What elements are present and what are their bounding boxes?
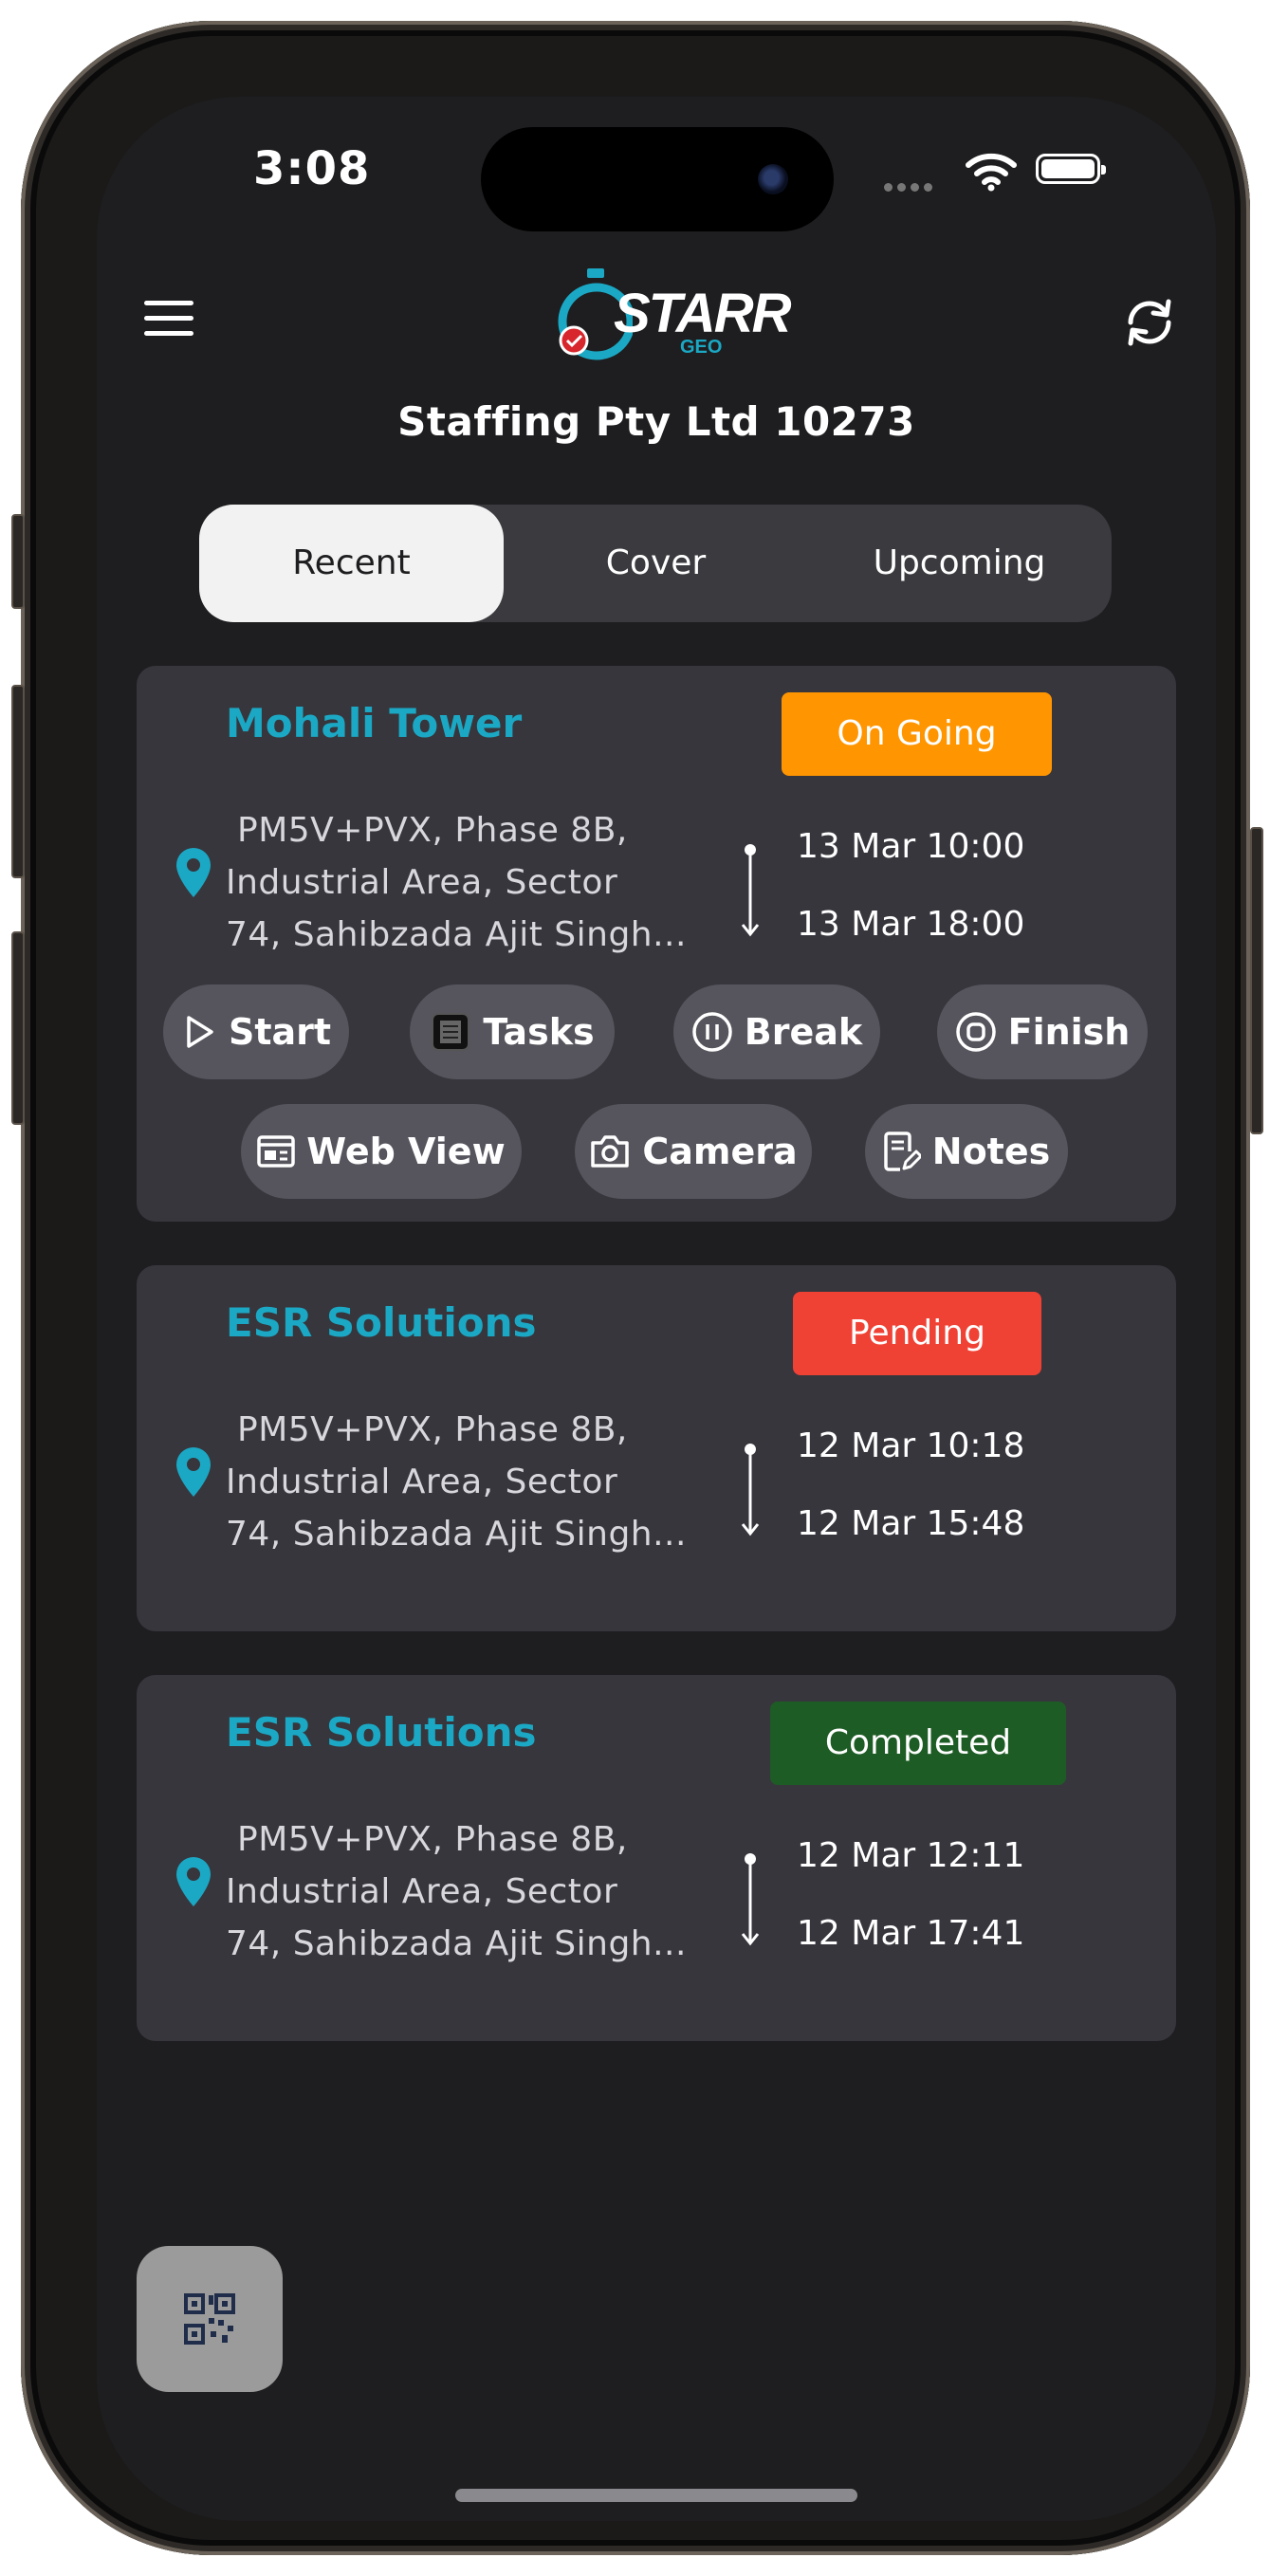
start-button[interactable]: Start — [163, 984, 349, 1079]
camera-button-label: Camera — [642, 1131, 798, 1172]
shift-end-time: 12 Mar 15:48 — [797, 1504, 1025, 1543]
wifi-icon — [966, 153, 1017, 192]
play-icon — [187, 1016, 213, 1048]
address-line: Industrial Area, Sector — [226, 1872, 618, 1911]
phone-frame: 3:08 STARR GEO Staffing Pty Ltd 10273 Re… — [11, 21, 1263, 2555]
refresh-icon[interactable] — [1121, 294, 1178, 351]
web-view-icon — [257, 1135, 296, 1168]
address-line: Industrial Area, Sector — [226, 1463, 618, 1501]
tasks-icon — [432, 1013, 470, 1051]
finish-button-label: Finish — [1007, 1011, 1131, 1053]
tasks-button[interactable]: Tasks — [410, 984, 615, 1079]
tab-upcoming[interactable]: Upcoming — [807, 505, 1112, 622]
volume-down-button — [11, 931, 25, 1125]
address-line: PM5V+PVX, Phase 8B, — [237, 811, 628, 850]
tab-bar: Recent Cover Upcoming — [199, 505, 1112, 622]
address-line: PM5V+PVX, Phase 8B, — [237, 1410, 628, 1449]
status-badge: Pending — [793, 1292, 1041, 1375]
qr-scan-button[interactable] — [137, 2246, 283, 2392]
web-view-button[interactable]: Web View — [241, 1104, 522, 1199]
volume-up-button — [11, 685, 25, 878]
address-line: Industrial Area, Sector — [226, 863, 618, 902]
power-button — [1250, 827, 1263, 1134]
location-pin-icon — [176, 848, 211, 897]
site-name: ESR Solutions — [226, 1709, 537, 1756]
address-line: PM5V+PVX, Phase 8B, — [237, 1820, 628, 1859]
shift-card[interactable]: ESR Solutions Pending PM5V+PVX, Phase 8B… — [137, 1265, 1176, 1631]
notes-button[interactable]: Notes — [865, 1104, 1068, 1199]
site-name: Mohali Tower — [226, 700, 523, 746]
shift-end-time: 13 Mar 18:00 — [797, 905, 1025, 944]
shift-address: PM5V+PVX, Phase 8B, Industrial Area, Sec… — [226, 804, 709, 961]
home-indicator[interactable] — [455, 2489, 857, 2502]
stop-icon — [955, 1012, 996, 1052]
qr-code-icon — [184, 2293, 235, 2345]
address-line: 74, Sahibzada Ajit Singh... — [226, 1924, 687, 1963]
logo-text: STARR — [614, 283, 791, 344]
notes-button-label: Notes — [931, 1131, 1051, 1172]
finish-button[interactable]: Finish — [937, 984, 1148, 1079]
timeline-arrow-icon — [741, 844, 760, 937]
page-title: Staffing Pty Ltd 10273 — [397, 398, 915, 445]
shift-end-time: 12 Mar 17:41 — [797, 1914, 1025, 1953]
shift-card[interactable]: ESR Solutions Completed PM5V+PVX, Phase … — [137, 1675, 1176, 2041]
signal-icon — [884, 177, 937, 195]
battery-icon — [1036, 154, 1106, 184]
app-screen: 3:08 STARR GEO Staffing Pty Ltd 10273 Re… — [97, 97, 1216, 2521]
tab-cover[interactable]: Cover — [504, 505, 808, 622]
start-button-label: Start — [228, 1011, 332, 1053]
notes-icon — [884, 1132, 921, 1171]
address-line: 74, Sahibzada Ajit Singh... — [226, 1515, 687, 1554]
shift-start-time: 12 Mar 12:11 — [797, 1836, 1025, 1875]
camera-button[interactable]: Camera — [575, 1104, 812, 1199]
timeline-arrow-icon — [741, 1444, 760, 1536]
site-name: ESR Solutions — [226, 1299, 537, 1346]
logo-sub: GEO — [680, 337, 723, 358]
status-time: 3:08 — [253, 142, 371, 195]
shift-address: PM5V+PVX, Phase 8B, Industrial Area, Sec… — [226, 1404, 709, 1560]
shift-address: PM5V+PVX, Phase 8B, Industrial Area, Sec… — [226, 1813, 709, 1970]
silent-switch — [11, 514, 25, 609]
hamburger-icon[interactable] — [144, 301, 193, 339]
location-pin-icon — [176, 1857, 211, 1906]
status-badge: Completed — [770, 1702, 1066, 1785]
address-line: 74, Sahibzada Ajit Singh... — [226, 915, 687, 954]
shift-start-time: 13 Mar 10:00 — [797, 827, 1025, 866]
timeline-arrow-icon — [741, 1853, 760, 1946]
break-button[interactable]: Break — [673, 984, 880, 1079]
dynamic-island — [481, 127, 834, 231]
break-button-label: Break — [744, 1011, 863, 1053]
web-view-button-label: Web View — [306, 1131, 506, 1172]
tab-recent[interactable]: Recent — [199, 505, 504, 622]
status-badge: On Going — [782, 692, 1052, 776]
camera-icon — [591, 1135, 630, 1168]
location-pin-icon — [176, 1447, 211, 1497]
shift-card[interactable]: Mohali Tower On Going PM5V+PVX, Phase 8B… — [137, 666, 1176, 1222]
shift-start-time: 12 Mar 10:18 — [797, 1426, 1025, 1465]
tasks-button-label: Tasks — [483, 1011, 595, 1053]
pause-icon — [692, 1012, 732, 1052]
app-logo: STARR GEO — [557, 263, 791, 367]
